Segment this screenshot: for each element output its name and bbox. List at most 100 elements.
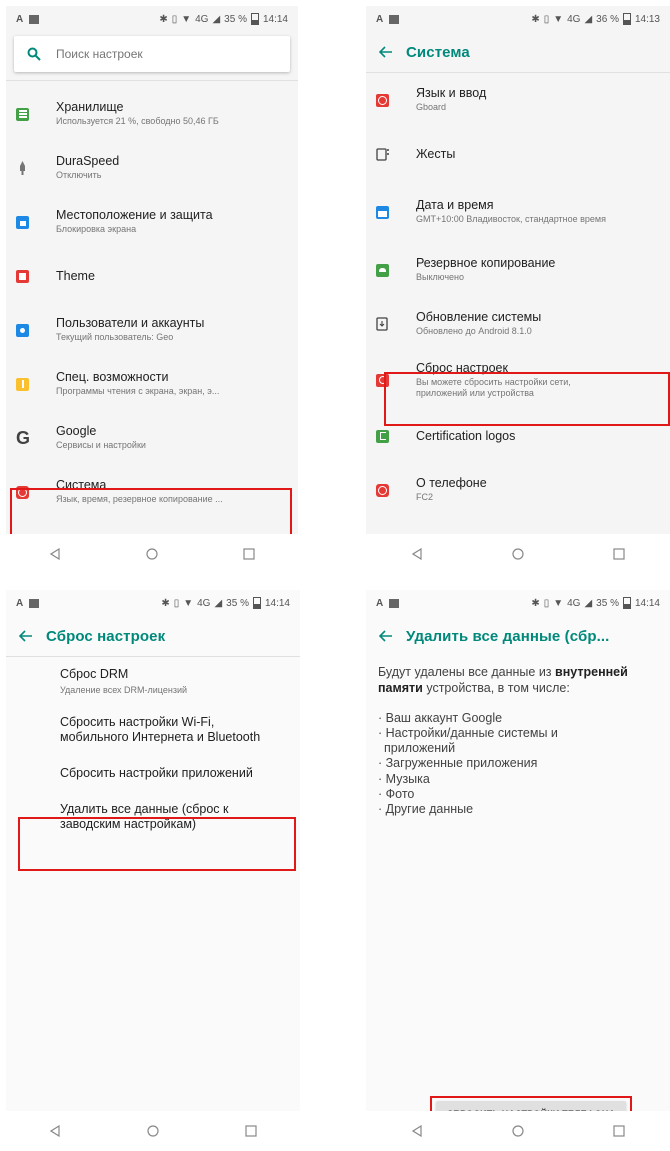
search-icon (14, 47, 54, 61)
bluetooth-icon: ✱ (161, 597, 170, 609)
wifi-icon: ▼ (553, 597, 564, 609)
phone-info-icon (376, 483, 389, 497)
vibrate-icon: ▯ (173, 597, 180, 609)
network-type: 4G (567, 597, 581, 609)
vibrate-icon: ▯ (171, 13, 178, 25)
page-title: Сброс настроек (46, 627, 166, 645)
user-icon (16, 323, 29, 337)
clock: 14:14 (634, 597, 660, 609)
back-nav-icon[interactable] (35, 548, 75, 560)
recents-nav-icon[interactable] (229, 548, 269, 560)
page-title: Удалить все данные (сбр... (406, 627, 610, 645)
nav-bar (6, 534, 298, 574)
list-item: · Загруженные приложения (378, 756, 538, 771)
clock: 14:14 (262, 13, 288, 25)
list-item: · Музыка (378, 771, 430, 786)
notification-icon (29, 14, 40, 24)
highlight-factory-reset (18, 817, 296, 871)
system-item-date-time[interactable]: Дата и время GMT+10:00 Владивосток, станд… (366, 181, 670, 243)
google-icon: G (16, 427, 31, 448)
system-item-language-input[interactable]: Язык и ввод Gboard (366, 73, 670, 127)
battery-icon (622, 13, 631, 25)
battery-percent: 36 % (596, 13, 619, 25)
home-nav-icon[interactable] (133, 1125, 173, 1137)
signal-icon: ◢ (212, 13, 221, 25)
signal-icon: ◢ (584, 13, 593, 25)
system-item-about-phone[interactable]: О телефоне FC2 (366, 463, 670, 517)
system-item-system-update[interactable]: Обновление системы Обновлено до Android 8… (366, 297, 670, 351)
recents-nav-icon[interactable] (599, 548, 639, 560)
wifi-icon: ▼ (553, 13, 564, 25)
reset-item-network[interactable]: Сбросить настройки Wi-Fi, мобильного Инт… (6, 705, 285, 756)
clock: 14:13 (634, 13, 660, 25)
status-bar: A ✱ ▯ ▼ 4G ◢ 35 % 14:14 (376, 597, 660, 609)
reset-options-screen: A ✱ ▯ ▼ 4G ◢ 35 % 14:14 Сброс настроек С… (6, 590, 300, 1151)
system-settings-screen: A ✱ ▯ ▼ 4G ◢ 36 % 14:13 Система Язык и в… (366, 6, 670, 574)
vibrate-icon: ▯ (543, 13, 550, 25)
settings-item-theme[interactable]: Theme (6, 249, 298, 303)
highlight-system (10, 488, 292, 540)
settings-item-location-security[interactable]: Местоположение и защита Блокировка экрана (6, 195, 298, 249)
globe-icon (376, 93, 389, 107)
back-arrow-icon[interactable] (366, 46, 406, 58)
battery-icon (250, 13, 259, 25)
settings-item-google[interactable]: G Google Сервисы и настройки (6, 411, 298, 465)
network-type: 4G (197, 597, 211, 609)
recents-nav-icon[interactable] (231, 1125, 271, 1137)
list-item: · Фото (378, 786, 415, 801)
list-item: · Другие данные (378, 802, 474, 816)
back-nav-icon[interactable] (397, 1125, 437, 1137)
wifi-icon: ▼ (181, 13, 192, 25)
nav-bar (366, 534, 670, 574)
settings-main-screen: A ✱ ▯ ▼ 4G ◢ 35 % 14:14 ХранилищеИспольз… (6, 6, 298, 574)
page-title: Система (406, 43, 470, 61)
bluetooth-icon: ✱ (159, 13, 168, 25)
app-bar: Система (366, 32, 670, 72)
certification-icon (376, 429, 389, 443)
home-nav-icon[interactable] (498, 548, 538, 560)
bluetooth-icon: ✱ (531, 13, 540, 25)
signal-icon: ◢ (214, 597, 223, 609)
reset-item-drm[interactable]: Сброс DRM Удаление всех DRM-лицензий (6, 657, 300, 705)
gesture-icon (376, 148, 389, 161)
back-nav-icon[interactable] (35, 1125, 75, 1137)
system-item-gestures[interactable]: Жесты (366, 127, 670, 181)
erase-all-data-screen: A ✱ ▯ ▼ 4G ◢ 35 % 14:14 Удалить все данн… (366, 590, 670, 1151)
highlight-reset (384, 372, 670, 426)
list-item: · Настройки/данные системы и приложений (378, 725, 558, 755)
home-nav-icon[interactable] (498, 1125, 538, 1137)
notification-icon (389, 14, 400, 24)
system-update-icon (376, 317, 388, 331)
battery-icon (252, 597, 261, 609)
nav-bar (6, 1111, 300, 1151)
settings-item-storage[interactable]: Хранилище Используется 21 %, свободно 50,… (6, 87, 298, 141)
list-item: · Ваш аккаунт Google (378, 710, 503, 725)
notification-icon (29, 598, 40, 608)
settings-item-users-accounts[interactable]: Пользователи и аккаунты Текущий пользоват… (6, 303, 298, 357)
backup-icon (376, 263, 389, 277)
back-nav-icon[interactable] (397, 548, 437, 560)
recents-nav-icon[interactable] (599, 1125, 639, 1137)
rocket-icon (20, 161, 25, 175)
status-bar: A ✱ ▯ ▼ 4G ◢ 35 % 14:14 (16, 13, 288, 25)
notification-icon (389, 598, 400, 608)
reset-item-apps[interactable]: Сбросить настройки приложений (6, 756, 300, 792)
system-item-backup[interactable]: Резервное копирование Выключено (366, 243, 670, 297)
back-arrow-icon[interactable] (6, 630, 46, 642)
signal-icon: ◢ (584, 597, 593, 609)
status-bar: A ✱ ▯ ▼ 4G ◢ 35 % 14:14 (16, 597, 290, 609)
storage-icon (16, 107, 29, 121)
battery-percent: 35 % (596, 597, 619, 609)
settings-item-duraspeed[interactable]: DuraSpeed Отключить (6, 141, 298, 195)
network-type: 4G (195, 13, 209, 25)
search-input[interactable] (54, 46, 258, 62)
calendar-icon (376, 205, 389, 219)
nav-bar (366, 1111, 670, 1151)
home-nav-icon[interactable] (132, 548, 172, 560)
search-bar[interactable] (14, 36, 290, 72)
settings-item-accessibility[interactable]: Спец. возможности Программы чтения с экра… (6, 357, 298, 411)
theme-icon (16, 269, 29, 283)
wifi-icon: ▼ (183, 597, 194, 609)
back-arrow-icon[interactable] (366, 630, 406, 642)
app-bar: Сброс настроек (6, 616, 300, 656)
